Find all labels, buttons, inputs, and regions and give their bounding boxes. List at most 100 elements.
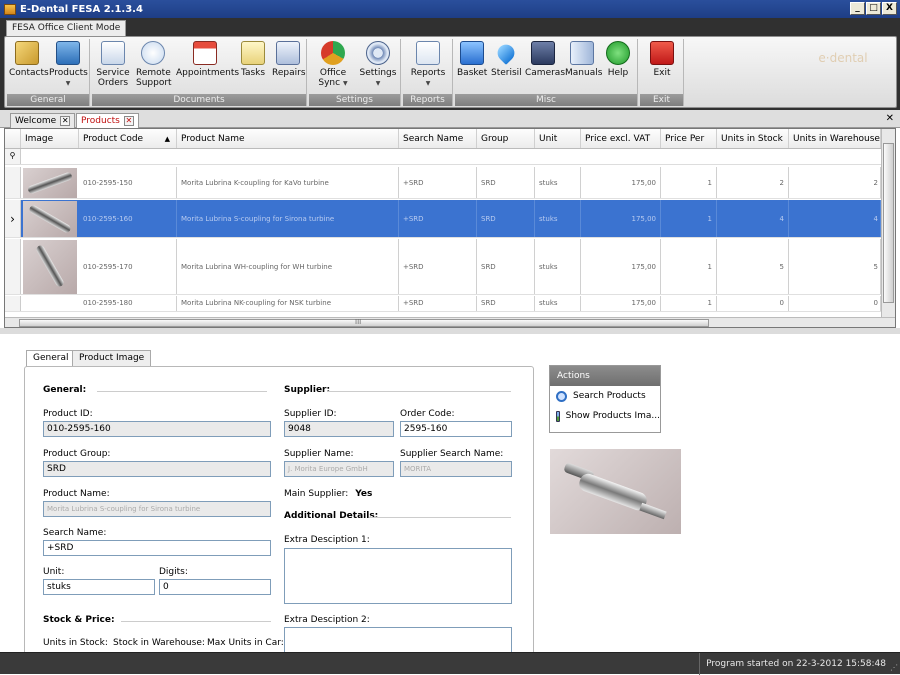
products-grid[interactable]: Image Product Code ▲ Product Name Search…: [4, 128, 896, 328]
column-header-price-per[interactable]: Price Per: [661, 129, 717, 148]
supplier-search-name-field[interactable]: MORITA: [400, 461, 512, 477]
vertical-scrollbar[interactable]: [881, 129, 895, 319]
window-title: E-Dental FESA 2.1.3.4: [20, 3, 143, 15]
exit-icon: [650, 41, 674, 65]
row-header[interactable]: [5, 167, 21, 198]
manuals-button[interactable]: Manuals: [565, 41, 602, 78]
group-label-general: General: [7, 94, 89, 106]
close-document-icon[interactable]: ✕: [886, 113, 894, 124]
close-window-button[interactable]: X: [882, 2, 897, 15]
column-header-units-in-warehouse[interactable]: Units in Warehouse: [789, 129, 881, 148]
supplier-id-field[interactable]: 9048: [284, 421, 394, 437]
table-row-selected[interactable]: › 010-2595-160 Morita Lubrina S-coupling…: [5, 200, 881, 238]
filter-row[interactable]: ⚲: [5, 149, 881, 165]
service-orders-button[interactable]: Service Orders: [96, 41, 130, 88]
vertical-scroll-thumb[interactable]: [883, 143, 894, 303]
status-bar: Program started on 22-3-2012 15:58:48 ⋰: [0, 652, 900, 675]
stock-price-section-title: Stock & Price:: [43, 615, 115, 625]
remote-support-button[interactable]: Remote Support: [136, 41, 172, 88]
products-button[interactable]: Products ▼: [49, 41, 88, 89]
units-in-stock-label: Units in Stock:: [43, 638, 108, 648]
basket-icon: [460, 41, 484, 65]
tasks-button[interactable]: Tasks: [238, 41, 268, 78]
sterisil-button[interactable]: Sterisil: [491, 41, 522, 78]
group-exit: Exit Exit: [640, 39, 684, 106]
column-header-unit[interactable]: Unit: [535, 129, 581, 148]
sort-ascending-icon: ▲: [164, 135, 170, 143]
unit-field[interactable]: stuks: [43, 579, 155, 595]
product-group-field[interactable]: SRD: [43, 461, 271, 477]
sterisil-icon: [494, 41, 518, 65]
tab-general[interactable]: General: [26, 350, 76, 367]
mode-tab[interactable]: FESA Office Client Mode: [6, 20, 127, 36]
help-button[interactable]: Help: [603, 41, 633, 78]
column-header-search-name[interactable]: Search Name: [399, 129, 477, 148]
minimize-button[interactable]: _: [850, 2, 865, 15]
extra-description-1-field[interactable]: [284, 548, 512, 604]
table-row[interactable]: 010-2595-170 Morita Lubrina WH-coupling …: [5, 239, 881, 295]
general-section-title: General:: [43, 385, 87, 395]
column-header-price[interactable]: Price excl. VAT: [581, 129, 661, 148]
product-id-label: Product ID:: [43, 409, 93, 419]
column-header-product-name[interactable]: Product Name: [177, 129, 399, 148]
supplier-name-field[interactable]: J. Morita Europe GmbH: [284, 461, 394, 477]
remote-support-icon: [141, 41, 165, 65]
digits-label: Digits:: [159, 567, 188, 577]
extra-description-2-label: Extra Desciption 2:: [284, 615, 370, 625]
horizontal-scrollbar[interactable]: III: [5, 317, 895, 327]
order-code-field[interactable]: 2595-160: [400, 421, 512, 437]
exit-button[interactable]: Exit: [648, 41, 676, 78]
close-tab-icon[interactable]: ✕: [123, 116, 134, 126]
horizontal-scroll-thumb[interactable]: III: [19, 318, 709, 327]
product-thumbnail: [23, 201, 77, 237]
tab-product-image[interactable]: Product Image: [72, 350, 152, 366]
group-documents: Service Orders Remote Support Appointmen…: [92, 39, 307, 106]
cameras-button[interactable]: Cameras: [525, 41, 565, 78]
section-divider: [327, 391, 511, 392]
row-header[interactable]: [5, 296, 21, 311]
repairs-button[interactable]: Repairs: [272, 41, 306, 78]
column-header-units-in-stock[interactable]: Units in Stock: [717, 129, 789, 148]
repairs-icon: [276, 41, 300, 65]
office-sync-button[interactable]: Office Sync ▼: [315, 41, 351, 89]
main-supplier-label: Main Supplier: Yes: [284, 489, 373, 499]
column-header-product-code[interactable]: Product Code ▲: [79, 129, 177, 148]
close-tab-icon[interactable]: ✕: [60, 116, 71, 126]
help-icon: [606, 41, 630, 65]
basket-button[interactable]: Basket: [457, 41, 487, 78]
status-text: Program started on 22-3-2012 15:58:48: [699, 653, 886, 675]
resize-grip-icon[interactable]: ⋰: [890, 663, 898, 672]
column-header-group[interactable]: Group: [477, 129, 535, 148]
settings-button[interactable]: Settings ▼: [359, 41, 397, 89]
office-sync-icon: [321, 41, 345, 65]
product-thumbnail: [23, 168, 77, 198]
product-id-field[interactable]: 010-2595-160: [43, 421, 271, 437]
product-group-label: Product Group:: [43, 449, 111, 459]
show-products-image-action[interactable]: Show Products Ima...: [550, 406, 660, 426]
tab-products[interactable]: Products ✕: [76, 113, 139, 128]
scroll-grip: III: [355, 318, 362, 326]
digits-field[interactable]: 0: [159, 579, 271, 595]
product-name-label: Product Name:: [43, 489, 110, 499]
reports-button[interactable]: Reports ▼: [409, 41, 447, 89]
column-header-image[interactable]: Image: [21, 129, 79, 148]
appointments-button[interactable]: Appointments: [176, 41, 239, 78]
document-tab-strip: Welcome ✕ Products ✕: [0, 110, 900, 128]
tasks-icon: [241, 41, 265, 65]
table-row[interactable]: 010-2595-180 Morita Lubrina NK-coupling …: [5, 296, 881, 312]
product-name-field[interactable]: Morita Lubrina S-coupling for Sirona tur…: [43, 501, 271, 517]
search-products-action[interactable]: Search Products: [550, 386, 660, 406]
table-row[interactable]: 010-2595-150 Morita Lubrina K-coupling f…: [5, 167, 881, 199]
contacts-button[interactable]: Contacts: [9, 41, 49, 78]
tab-welcome[interactable]: Welcome ✕: [10, 113, 76, 128]
search-name-field[interactable]: +SRD: [43, 540, 271, 556]
row-header[interactable]: [5, 239, 21, 294]
section-divider: [97, 391, 267, 392]
appointments-icon: [193, 41, 217, 65]
actions-title: Actions: [550, 366, 660, 386]
maximize-button[interactable]: □: [866, 2, 881, 15]
group-reports: Reports ▼ Reports: [403, 39, 453, 106]
cameras-icon: [531, 41, 555, 65]
group-label-documents: Documents: [92, 94, 306, 106]
product-thumbnail: [23, 240, 77, 294]
